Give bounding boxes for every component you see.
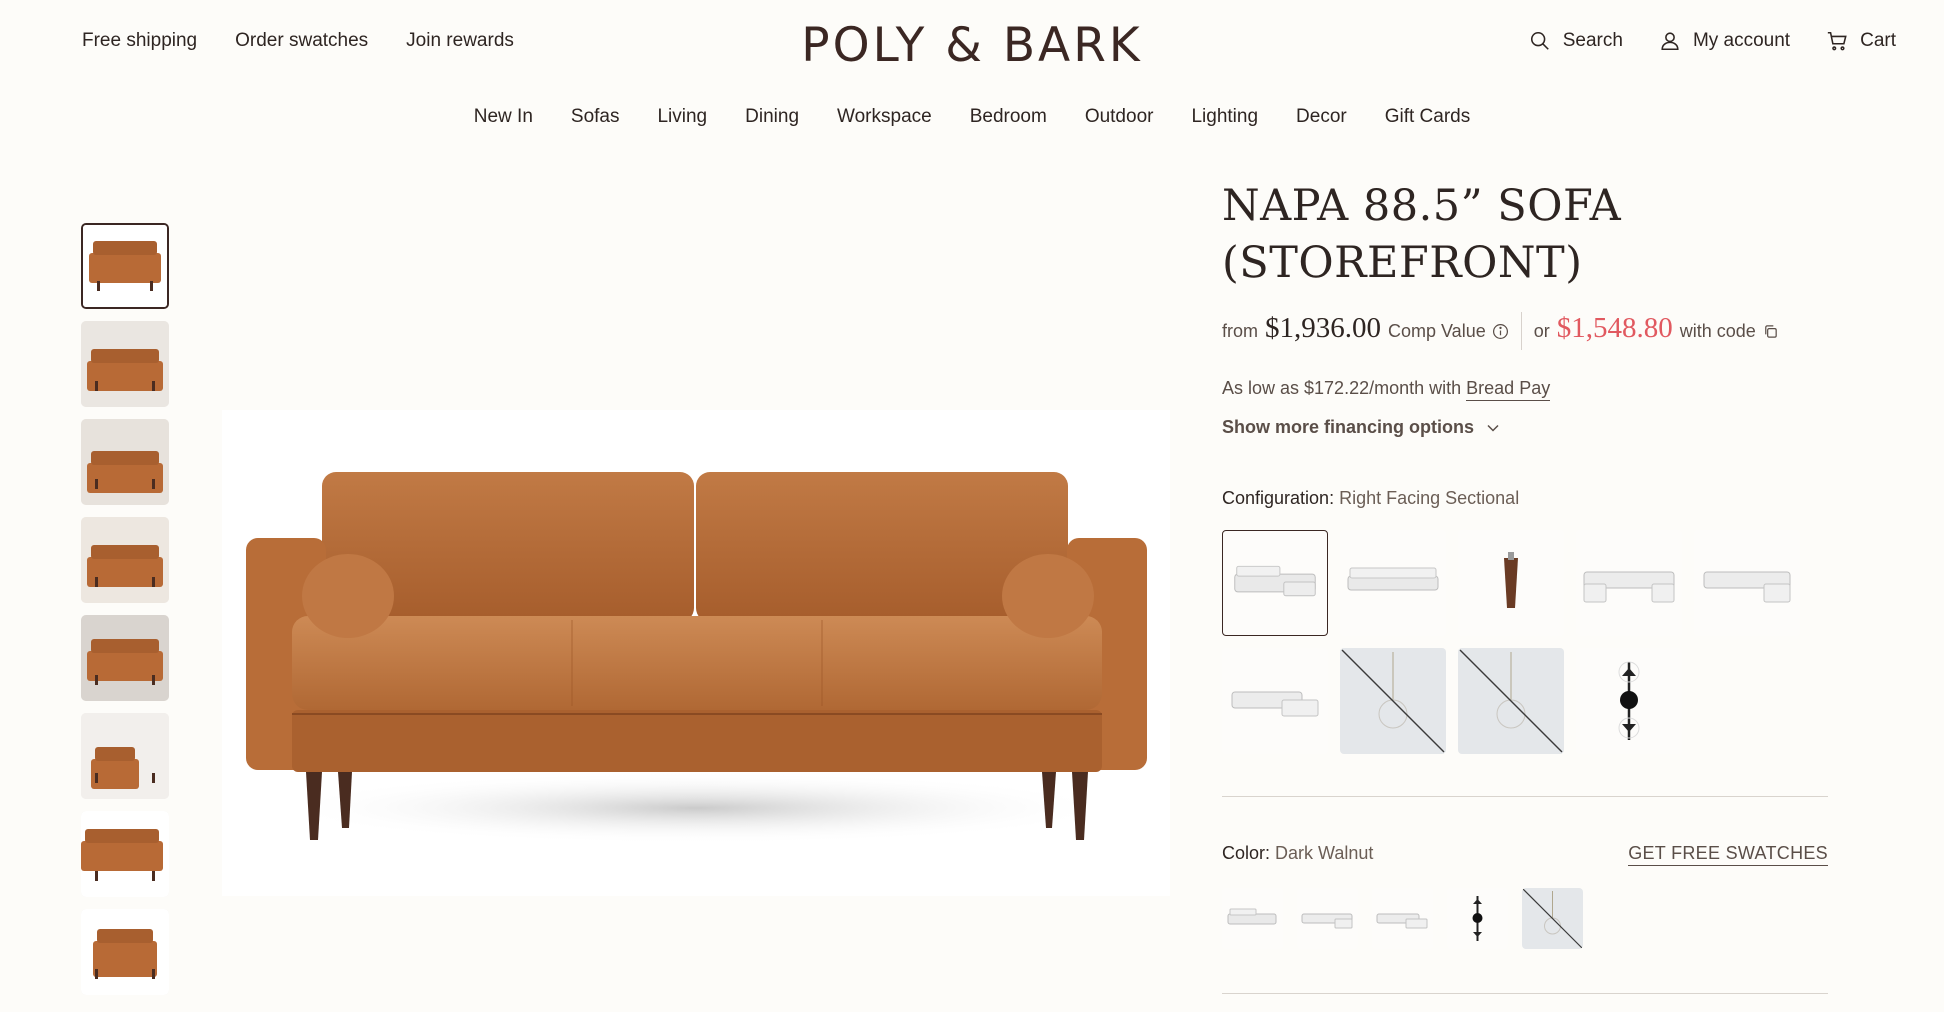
cart-button[interactable]: Cart <box>1826 30 1896 52</box>
wall-sconce-icon <box>1472 896 1483 941</box>
configuration-title: Configuration: <box>1222 488 1335 508</box>
thumbnail-7[interactable] <box>81 811 169 897</box>
config-option-3[interactable] <box>1458 530 1564 636</box>
thumbnail-5[interactable] <box>81 615 169 701</box>
wall-sconce-icon <box>1618 661 1640 740</box>
nav-bedroom[interactable]: Bedroom <box>970 106 1047 128</box>
financing-copy: As low as $172.22/month with <box>1222 378 1462 398</box>
config-option-4[interactable] <box>1576 530 1682 636</box>
nav-gift-cards[interactable]: Gift Cards <box>1385 106 1471 128</box>
config-option-2[interactable] <box>1340 530 1446 636</box>
pendant-lamp-icon <box>1459 649 1563 753</box>
show-more-financing-button[interactable]: Show more financing options <box>1222 417 1828 438</box>
configuration-value: Right Facing Sectional <box>1339 488 1520 508</box>
nav-living[interactable]: Living <box>657 106 707 128</box>
thumbnail-2[interactable] <box>81 321 169 407</box>
show-more-financing-label: Show more financing options <box>1222 417 1474 437</box>
price-separator <box>1520 312 1522 350</box>
l-sectional-icon <box>1703 571 1791 603</box>
with-code-label: with code <box>1679 321 1756 341</box>
color-value: Dark Walnut <box>1275 843 1374 863</box>
tan-leather-sofa-image <box>246 472 1147 844</box>
sectional-sofa-icon <box>1227 908 1277 925</box>
info-icon[interactable] <box>1492 323 1509 340</box>
nav-workspace[interactable]: Workspace <box>837 106 932 128</box>
comp-price: $1,936.00 <box>1265 312 1381 344</box>
main-product-image[interactable] <box>222 410 1170 896</box>
color-option-2[interactable] <box>1297 888 1358 949</box>
chaise-sectional-icon <box>1376 913 1428 929</box>
config-option-9[interactable] <box>1576 648 1682 754</box>
comp-value-label: Comp Value <box>1388 321 1486 341</box>
config-option-5[interactable] <box>1694 530 1800 636</box>
user-icon <box>1661 32 1679 51</box>
get-free-swatches-link[interactable]: GET FREE SWATCHES <box>1628 843 1828 866</box>
main-nav: New In Sofas Living Dining Workspace Bed… <box>0 106 1944 128</box>
price-prefix: from <box>1222 321 1258 341</box>
configuration-options <box>1222 530 1828 754</box>
nav-dining[interactable]: Dining <box>745 106 799 128</box>
thumbnail-3[interactable] <box>81 419 169 505</box>
chevron-down-icon <box>1487 424 1499 432</box>
configuration-label: Configuration: Right Facing Sectional <box>1222 488 1828 509</box>
color-options <box>1222 888 1828 949</box>
search-icon <box>1530 31 1549 50</box>
sofa-leg-icon <box>1504 552 1518 608</box>
brand-logo[interactable]: POLY & BARK <box>801 18 1142 73</box>
thumbnail-gallery <box>81 223 169 1007</box>
sectional-sofa-icon <box>1234 565 1316 597</box>
thumbnail-1[interactable] <box>81 223 169 309</box>
pendant-lamp-icon <box>1522 888 1583 949</box>
color-option-5-unavailable[interactable] <box>1522 888 1583 949</box>
config-option-6[interactable] <box>1222 648 1328 754</box>
long-sofa-icon <box>1347 567 1439 591</box>
section-divider <box>1222 796 1828 797</box>
financing-text: As low as $172.22/month with Bread Pay <box>1222 378 1828 401</box>
search-label: Search <box>1562 30 1623 51</box>
product-title: NAPA 88.5” SOFA (STOREFRONT) <box>1222 181 1622 288</box>
or-label: or <box>1533 321 1550 341</box>
price-row: from $1,936.00 Comp Value or $1,548.80 w… <box>1222 312 1828 350</box>
config-option-1[interactable] <box>1222 530 1328 636</box>
config-option-7-unavailable[interactable] <box>1340 648 1446 754</box>
chaise-sectional-icon <box>1231 691 1319 717</box>
bread-pay-link[interactable]: Bread Pay <box>1466 378 1551 401</box>
config-option-8-unavailable[interactable] <box>1458 648 1564 754</box>
color-row: Color: Dark Walnut GET FREE SWATCHES <box>1222 843 1828 866</box>
section-divider-bottom <box>1222 993 1828 994</box>
product-info-panel: NAPA 88.5” SOFA (STOREFRONT) from $1,936… <box>1222 178 1828 994</box>
u-sectional-icon <box>1583 571 1675 603</box>
my-account-label: My account <box>1692 30 1791 51</box>
color-title: Color: <box>1222 843 1271 863</box>
thumbnail-8[interactable] <box>81 909 169 995</box>
search-button[interactable]: Search <box>1529 30 1623 52</box>
color-option-4[interactable] <box>1447 888 1508 949</box>
thumbnail-4[interactable] <box>81 517 169 603</box>
color-option-1[interactable] <box>1222 888 1283 949</box>
color-option-3[interactable] <box>1372 888 1433 949</box>
cart-label: Cart <box>1860 30 1896 51</box>
copy-icon[interactable] <box>1762 323 1779 340</box>
nav-lighting[interactable]: Lighting <box>1191 106 1258 128</box>
utility-nav: Search My account Cart <box>1529 30 1896 52</box>
pendant-lamp-icon <box>1341 649 1445 753</box>
color-label-group: Color: Dark Walnut <box>1222 843 1373 866</box>
nav-outdoor[interactable]: Outdoor <box>1085 106 1154 128</box>
nav-sofas[interactable]: Sofas <box>571 106 620 128</box>
nav-new-in[interactable]: New In <box>474 106 533 128</box>
cart-icon <box>1827 31 1847 51</box>
thumbnail-6[interactable] <box>81 713 169 799</box>
my-account-button[interactable]: My account <box>1659 30 1790 52</box>
sale-price: $1,548.80 <box>1556 312 1673 344</box>
l-sectional-icon <box>1301 913 1353 929</box>
nav-decor[interactable]: Decor <box>1296 106 1347 128</box>
